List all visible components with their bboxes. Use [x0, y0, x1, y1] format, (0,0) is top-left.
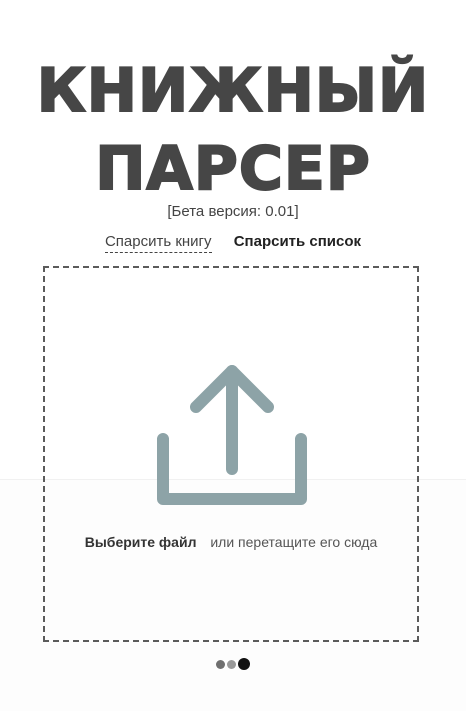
- tab-parse-list[interactable]: Спарсить список: [234, 233, 361, 252]
- beta-version-label: [Бета версия: 0.01]: [167, 203, 299, 220]
- page-title: КНИЖНЫЙ ПАРСЕР: [0, 52, 466, 208]
- dropzone-text: Выберите файл или перетащите его сюда: [45, 534, 417, 550]
- title-line-1: КНИЖНЫЙ: [36, 55, 430, 127]
- title-line-2: ПАРСЕР: [94, 133, 371, 205]
- pagination-dot-2[interactable]: [227, 659, 236, 669]
- drag-hint: или перетащите его сюда: [210, 534, 378, 550]
- pagination-dot-1[interactable]: [216, 659, 225, 669]
- tab-parse-book[interactable]: Спарсить книгу: [104, 233, 212, 253]
- choose-file-link[interactable]: Выберите файл: [85, 534, 197, 550]
- upload-icon: [157, 365, 307, 505]
- pagination-dots: [0, 658, 466, 670]
- mode-tabs: Спарсить книгу Спарсить список: [0, 233, 466, 253]
- file-dropzone[interactable]: Выберите файл или перетащите его сюда: [43, 266, 419, 642]
- pagination-dot-3-active[interactable]: [238, 658, 250, 670]
